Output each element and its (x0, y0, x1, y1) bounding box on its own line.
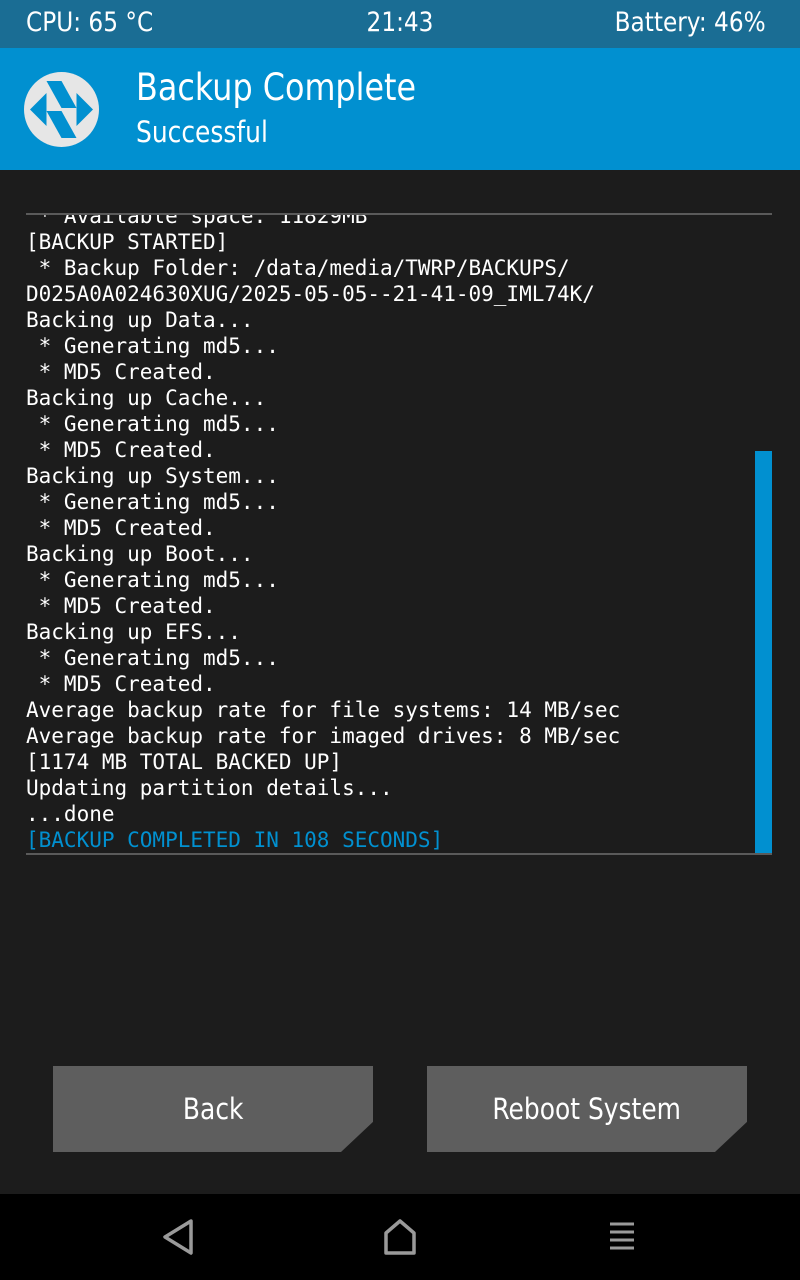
back-button-label: Back (182, 1092, 244, 1126)
page-subtitle: Successful (136, 115, 268, 149)
menu-lines-icon[interactable] (597, 1212, 647, 1262)
console-scrollbar[interactable] (755, 451, 772, 853)
triangle-back-icon[interactable] (153, 1212, 203, 1262)
console-line: ...done (26, 802, 115, 826)
console-line: * Generating md5... (26, 412, 279, 436)
console-line: * MD5 Created. (26, 516, 216, 540)
twrp-logo-icon (24, 72, 99, 147)
console-log[interactable]: * Available space: 11829MB [BACKUP STARTE… (26, 213, 772, 855)
console-line: Average backup rate for file systems: 14… (26, 698, 621, 722)
console-line: * Generating md5... (26, 490, 279, 514)
console-line: Backing up Cache... (26, 386, 267, 410)
console-line: * MD5 Created. (26, 672, 216, 696)
console-line: Average backup rate for imaged drives: 8… (26, 724, 621, 748)
back-button[interactable]: Back (53, 1066, 373, 1152)
console-lines: * Available space: 11829MB [BACKUP STARTE… (26, 213, 751, 853)
console-line: * Generating md5... (26, 646, 279, 670)
console-line: [BACKUP STARTED] (26, 230, 229, 254)
console-line: * Generating md5... (26, 334, 279, 358)
console-line: Updating partition details... (26, 776, 393, 800)
battery-level: Battery: 46% (614, 7, 766, 38)
page-title: Backup Complete (136, 66, 417, 109)
console-line: [1174 MB TOTAL BACKED UP] (26, 750, 343, 774)
status-bar: CPU: 65 °C 21:43 Battery: 46% (0, 0, 800, 48)
console-line: * MD5 Created. (26, 438, 216, 462)
console-line: Backing up Boot... (26, 542, 254, 566)
console-line: * MD5 Created. (26, 594, 216, 618)
console-line: Backing up System... (26, 464, 279, 488)
console-line: * Backup Folder: /data/media/TWRP/BACKUP… (26, 256, 570, 280)
reboot-system-button-label: Reboot System (492, 1092, 682, 1126)
cpu-temperature: CPU: 65 °C (26, 7, 154, 38)
console-line: Backing up Data... (26, 308, 254, 332)
home-icon[interactable] (375, 1212, 425, 1262)
navigation-bar (0, 1194, 800, 1280)
console-line: [BACKUP COMPLETED IN 108 SECONDS] (26, 828, 444, 852)
clock: 21:43 (366, 7, 434, 38)
header: Backup Complete Successful (0, 48, 800, 170)
console-line: * Available space: 11829MB (26, 213, 368, 228)
reboot-system-button[interactable]: Reboot System (427, 1066, 747, 1152)
console-line: D025A0A024630XUG/2025-05-05--21-41-09_IM… (26, 282, 595, 306)
console-line: * Generating md5... (26, 568, 279, 592)
console-line: Backing up EFS... (26, 620, 241, 644)
console-line: * MD5 Created. (26, 360, 216, 384)
